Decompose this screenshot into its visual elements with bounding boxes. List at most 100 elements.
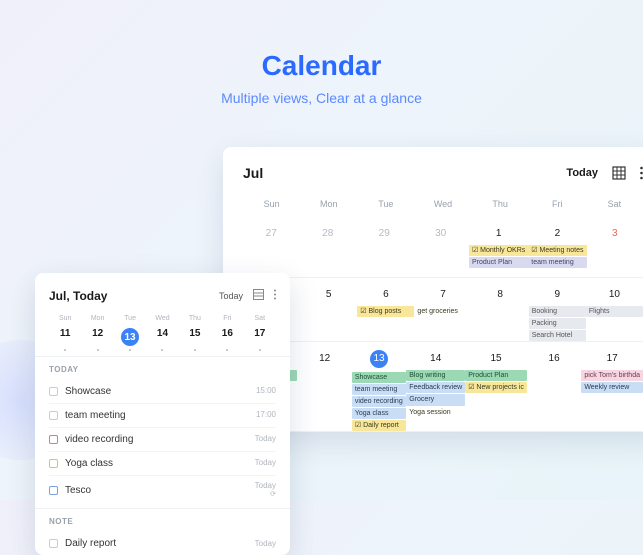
date-cell[interactable]: 13 Showcaseteam meetingvideo recordingYog… (352, 342, 406, 431)
agenda-today-button[interactable]: Today (219, 291, 243, 301)
date-number: 14 (430, 353, 441, 364)
agenda-item-text: video recording (65, 434, 133, 445)
view-grid-icon[interactable] (612, 166, 626, 180)
calendar-event[interactable]: ☑ New projects ic (465, 382, 527, 393)
date-cell[interactable]: 3 (587, 217, 643, 277)
hero-title: Calendar (0, 0, 643, 82)
agenda-title: Jul, Today (49, 289, 107, 303)
calendar-event[interactable]: Showcase (352, 372, 406, 383)
checkbox-icon[interactable] (49, 486, 58, 495)
calendar-event[interactable]: pick Tom's birthda (581, 370, 643, 381)
date-number: 16 (549, 353, 560, 364)
date-number: 10 (609, 289, 620, 300)
agenda-item[interactable]: video recording Today (49, 428, 276, 452)
calendar-event[interactable]: Feedback review (406, 382, 465, 393)
day-of-week-label: Fri (529, 195, 586, 217)
calendar-event[interactable]: get groceries (414, 306, 471, 317)
day-of-week-label: Sun (49, 315, 81, 322)
date-number: 8 (497, 289, 503, 300)
calendar-event[interactable]: Yoga class (352, 408, 406, 419)
calendar-event[interactable]: ☑ Blog posts (357, 306, 414, 317)
date-cell[interactable]: 12 (297, 342, 351, 431)
agenda-item[interactable]: team meeting17:00 (49, 404, 276, 428)
agenda-note-label: NOTE (49, 509, 276, 532)
checkbox-icon[interactable] (49, 411, 58, 420)
date-cell[interactable]: 15 Product Plan☑ New projects ic (465, 342, 527, 431)
calendar-event[interactable]: Weekly review (581, 382, 643, 393)
agenda-date[interactable]: 17 (244, 326, 276, 348)
day-of-week-label: Mon (300, 195, 357, 217)
calendar-event[interactable]: Blog writing (406, 370, 465, 381)
date-cell[interactable]: 7get groceries (414, 278, 471, 341)
day-of-week-label: Tue (114, 315, 146, 322)
calendar-event[interactable]: Flights (586, 306, 643, 317)
agenda-date[interactable]: 15 (179, 326, 211, 348)
date-cell[interactable]: 10 Flights (586, 278, 643, 341)
date-cell[interactable]: 17 pick Tom's birthdaWeekly review (581, 342, 643, 431)
agenda-item-meta: 15:00 (256, 387, 276, 396)
date-cell[interactable]: 1☑ Monthly OKRsProduct Plan (469, 217, 528, 277)
date-cell[interactable]: 6 ☑ Blog posts (357, 278, 414, 341)
date-number: 12 (319, 353, 330, 364)
agenda-date[interactable]: 13 (114, 326, 146, 348)
calendar-event[interactable]: team meeting (352, 384, 406, 395)
date-number: 17 (607, 353, 618, 364)
date-cell[interactable]: 8 (472, 278, 529, 341)
calendar-event[interactable]: ☑ Daily report (352, 420, 406, 431)
day-of-week-label: Fri (211, 315, 243, 322)
today-button[interactable]: Today (566, 167, 598, 179)
agenda-item-meta: Today (255, 435, 276, 444)
checkbox-icon[interactable] (49, 435, 58, 444)
agenda-item[interactable]: Yoga classToday (49, 452, 276, 476)
date-number: 6 (383, 289, 389, 300)
agenda-date[interactable]: 14 (146, 326, 178, 348)
agenda-more-icon[interactable] (274, 287, 276, 305)
calendar-event[interactable]: Packing (529, 318, 586, 329)
date-number: 2 (555, 228, 561, 239)
day-of-week-label: Tue (357, 195, 414, 217)
checkbox-icon[interactable] (49, 387, 58, 396)
agenda-date[interactable]: 12 (81, 326, 113, 348)
checkbox-icon[interactable] (49, 539, 58, 548)
calendar-event[interactable]: Product Plan (469, 257, 528, 268)
date-number: 3 (612, 228, 618, 239)
date-number: 15 (490, 353, 501, 364)
agenda-item[interactable]: Daily report Today (49, 532, 276, 555)
day-of-week-label: Sun (243, 195, 300, 217)
calendar-event[interactable]: ☑ Meeting notes (528, 245, 586, 256)
agenda-view-icon[interactable] (253, 287, 264, 305)
checkbox-icon[interactable] (49, 459, 58, 468)
calendar-event[interactable]: Booking (529, 306, 586, 317)
calendar-event[interactable]: ☑ Monthly OKRs (469, 245, 528, 256)
agenda-item-meta: Today⟳ (255, 482, 276, 498)
date-number: 9 (554, 289, 560, 300)
day-of-week-label: Sat (244, 315, 276, 322)
calendar-event[interactable]: team meeting (528, 257, 586, 268)
calendar-event[interactable]: Product Plan (465, 370, 527, 381)
agenda-item-text: Daily report (65, 538, 116, 549)
day-of-week-label: Mon (81, 315, 113, 322)
date-cell[interactable]: 5 (300, 278, 357, 341)
date-cell[interactable]: 9 BookingPackingSearch Hotel (529, 278, 586, 341)
day-of-week-label: Sat (586, 195, 643, 217)
date-cell[interactable]: 30 (412, 217, 468, 277)
calendar-event[interactable]: Grocery (406, 394, 465, 405)
agenda-item-text: Tesco (65, 485, 91, 496)
date-cell[interactable]: 16 (527, 342, 581, 431)
agenda-item[interactable]: Tesco Today⟳ (49, 476, 276, 504)
agenda-item-meta: Today (255, 540, 276, 549)
day-of-week-label: Thu (179, 315, 211, 322)
date-number: 29 (379, 228, 390, 239)
date-cell[interactable]: 29 (356, 217, 412, 277)
date-cell[interactable]: 14 Blog writingFeedback reviewGrocery Yoga… (406, 342, 465, 431)
agenda-item[interactable]: Showcase15:00 (49, 380, 276, 404)
date-number: 13 (370, 350, 388, 368)
calendar-event[interactable]: Search Hotel (529, 330, 586, 341)
agenda-date[interactable]: 11 (49, 326, 81, 348)
date-cell[interactable]: 27 (243, 217, 299, 277)
agenda-date[interactable]: 16 (211, 326, 243, 348)
date-cell[interactable]: 28 (299, 217, 355, 277)
date-cell[interactable]: 2 ☑ Meeting notesteam meeting (528, 217, 586, 277)
calendar-event[interactable]: Yoga session (406, 407, 465, 418)
calendar-event[interactable]: video recording (352, 396, 406, 407)
